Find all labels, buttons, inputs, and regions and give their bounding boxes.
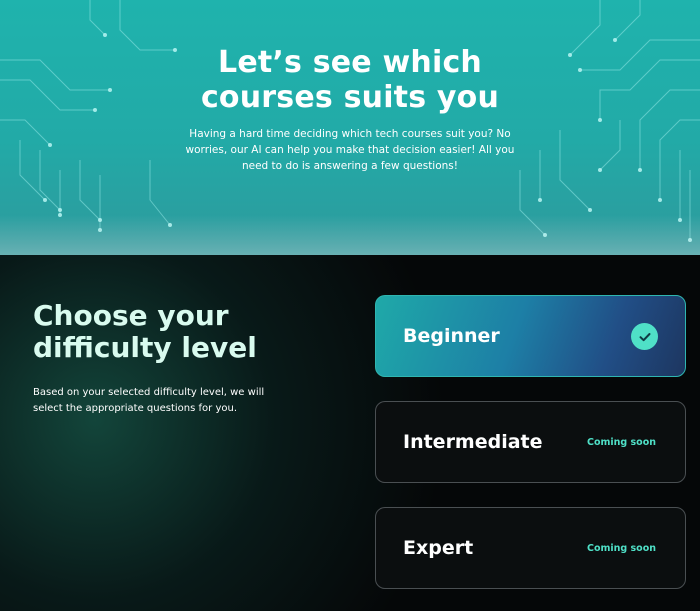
hero-description: Having a hard time deciding which tech c… <box>185 128 515 172</box>
level-option-label: Expert <box>403 537 474 559</box>
hero-title: Let’s see which courses suits you <box>0 45 700 115</box>
level-option-beginner[interactable]: Beginner <box>375 295 686 377</box>
difficulty-title-line-1: Choose your <box>33 299 229 332</box>
hero-banner: Let’s see which courses suits you Having… <box>0 0 700 255</box>
level-option-expert[interactable]: Expert Coming soon <box>375 507 686 589</box>
hero-bottom-glow <box>0 215 700 255</box>
coming-soon-badge: Coming soon <box>587 436 656 448</box>
level-option-label: Beginner <box>403 325 500 347</box>
level-option-label: Intermediate <box>403 431 543 453</box>
hero-title-line-1: Let’s see which <box>218 45 482 80</box>
coming-soon-badge: Coming soon <box>587 542 656 554</box>
difficulty-title-line-2: difficulty level <box>33 331 257 364</box>
difficulty-title: Choose your difficulty level <box>33 300 333 364</box>
check-circle-icon <box>631 323 658 350</box>
difficulty-description: Based on your selected difficulty level,… <box>33 387 265 414</box>
level-option-intermediate[interactable]: Intermediate Coming soon <box>375 401 686 483</box>
hero-title-line-2: courses suits you <box>200 80 500 115</box>
